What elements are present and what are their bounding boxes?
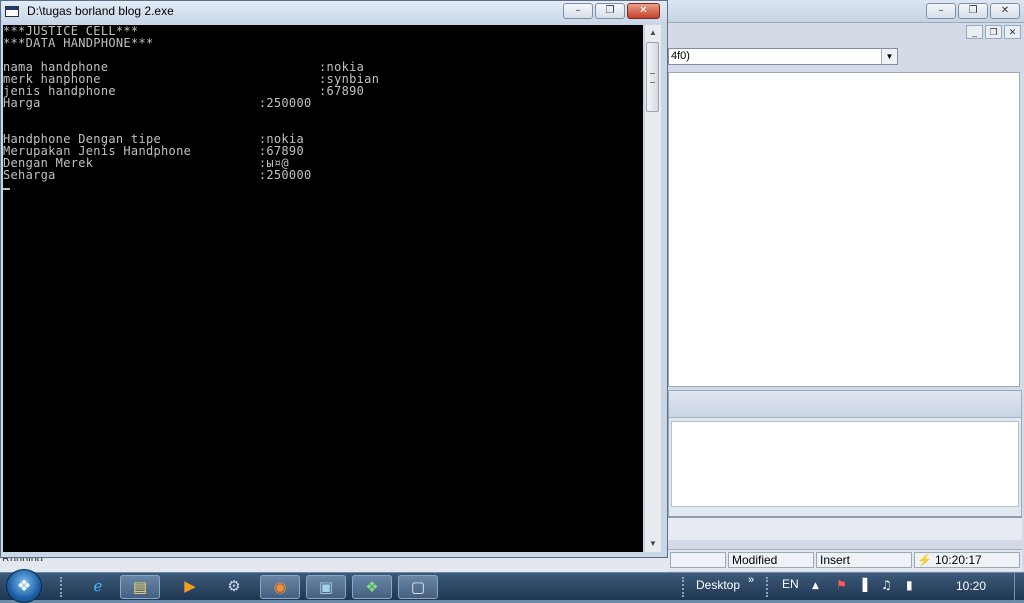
ide-combo-value: 4f0) <box>671 50 690 62</box>
app-icon[interactable]: ▣ <box>306 575 346 599</box>
scroll-up-icon[interactable]: ▲ <box>645 25 661 41</box>
console-output[interactable]: ***JUSTICE CELL*** ***DATA HANDPHONE*** … <box>3 25 643 552</box>
language-indicator[interactable]: EN <box>782 577 799 591</box>
chevron-right-icon[interactable]: » <box>748 574 754 586</box>
child-restore-button[interactable]: ❐ <box>985 25 1002 39</box>
ide-message-panel <box>668 390 1022 518</box>
console-minimize-button[interactable]: – <box>563 3 593 19</box>
child-minimize-button[interactable]: _ <box>966 25 983 39</box>
status-time-text: 10:20:17 <box>935 553 982 567</box>
console-scrollbar[interactable]: ▲ ▼ <box>644 25 661 552</box>
desktop-toolbar-label[interactable]: Desktop <box>696 578 740 592</box>
show-desktop-button[interactable] <box>1014 573 1024 601</box>
firefox-icon[interactable]: ◉ <box>260 575 300 599</box>
ide-minimize-button[interactable]: – <box>926 3 956 19</box>
tool-icon[interactable]: ⚙ <box>214 575 254 599</box>
taskbar-grip[interactable] <box>682 577 688 597</box>
media-player-icon[interactable]: ▶ <box>170 575 210 599</box>
ide-combo-box[interactable]: 4f0) ▼ <box>668 48 898 65</box>
console-title: D:\tugas borland blog 2.exe <box>27 4 174 18</box>
console-close-button[interactable]: ✕ <box>627 3 660 19</box>
folder-icon[interactable]: ▤ <box>120 575 160 599</box>
child-close-button[interactable]: ✕ <box>1004 25 1021 39</box>
scroll-down-icon[interactable]: ▼ <box>645 536 661 552</box>
status-cell-position <box>670 552 726 568</box>
console-icon[interactable] <box>5 6 19 17</box>
console-icon[interactable]: ▢ <box>398 575 438 599</box>
ide-maximize-button[interactable]: ❐ <box>958 3 988 19</box>
chevron-down-icon[interactable]: ▼ <box>881 49 897 64</box>
ide-statusbar: Modified Insert ⚡ 10:20:17 <box>668 549 1022 571</box>
console-titlebar[interactable]: D:\tugas borland blog 2.exe – ❐ ✕ <box>1 1 667 23</box>
console-maximize-button[interactable]: ❐ <box>595 3 625 19</box>
ide-message-list[interactable] <box>671 421 1019 507</box>
status-cell-insert: Insert <box>816 552 912 568</box>
console-cursor <box>3 187 10 190</box>
internet-explorer-icon[interactable]: ℯ <box>78 575 118 599</box>
taskbar-clock[interactable]: 10:20 <box>956 579 986 593</box>
console-text: ***JUSTICE CELL*** ***DATA HANDPHONE*** … <box>3 25 380 182</box>
ide-child-window-controls: _ ❐ ✕ <box>966 25 1024 41</box>
taskbar-grip[interactable] <box>766 577 772 597</box>
taskbar-grip[interactable] <box>60 577 66 597</box>
taskbar: ❖ ℯ ▤ ▶ ⚙ ◉ ▣ ❖ ▢ Desktop » EN ▲ ⚑ ▐ ♫ ▮… <box>0 569 1024 603</box>
ide-message-panel-header <box>669 391 1021 418</box>
network-signal-icon[interactable]: ▐ <box>858 578 867 592</box>
start-button[interactable]: ❖ <box>6 569 42 603</box>
status-cell-modified: Modified <box>728 552 814 568</box>
windows-logo-icon: ❖ <box>16 576 32 595</box>
action-center-icon[interactable]: ⚑ <box>836 578 847 592</box>
lightning-icon: ⚡ <box>917 553 932 567</box>
scroll-thumb[interactable] <box>646 42 659 112</box>
console-window: D:\tugas borland blog 2.exe – ❐ ✕ ***JUS… <box>0 0 668 558</box>
status-cell-time: ⚡ 10:20:17 <box>914 552 1020 568</box>
app-icon[interactable]: ❖ <box>352 575 392 599</box>
ide-close-button[interactable]: ✕ <box>990 3 1020 19</box>
volume-icon[interactable]: ♫ <box>881 578 892 592</box>
battery-icon[interactable]: ▮ <box>906 578 913 592</box>
ide-editor-area[interactable] <box>668 72 1020 387</box>
grip-icon <box>650 73 655 83</box>
tray-expand-icon[interactable]: ▲ <box>812 581 819 591</box>
ide-bottom-pane <box>668 516 1022 540</box>
